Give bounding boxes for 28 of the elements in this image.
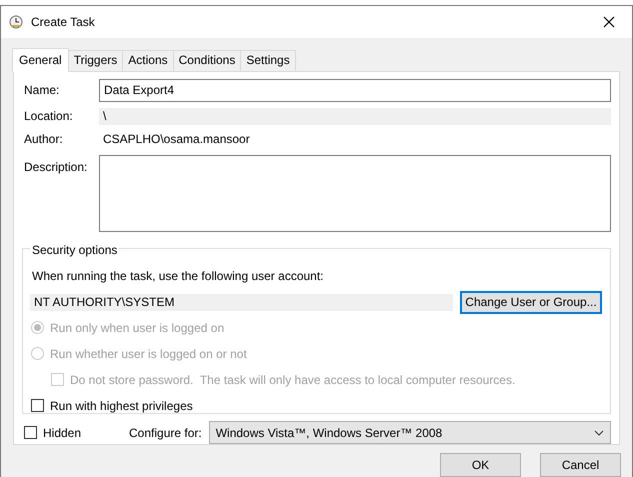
clock-icon <box>9 15 23 29</box>
location-field: \ <box>99 108 611 125</box>
account-field: NT AUTHORITY\SYSTEM <box>30 294 453 311</box>
checkbox[interactable] <box>31 399 44 412</box>
window-title: Create Task <box>31 14 96 31</box>
change-user-button[interactable]: Change User or Group... <box>460 290 602 314</box>
account-prompt: When running the task, use the following user account: <box>31 268 325 285</box>
tab[interactable]: General <box>12 48 69 72</box>
tab[interactable]: Settings <box>240 50 296 71</box>
field-label: Name: <box>24 82 60 100</box>
option-label: Run only when user is logged on <box>50 320 224 337</box>
description-field[interactable] <box>99 154 611 232</box>
dialog-button[interactable]: Cancel <box>540 453 621 477</box>
name-field[interactable]: Data Export4 <box>99 78 611 102</box>
option-label: Run whether user is logged on or not <box>50 346 247 363</box>
field-label: Location: <box>24 108 74 126</box>
field-label: Description: <box>24 158 88 176</box>
configure-dropdown[interactable]: Windows Vista™, Windows Server™ 2008 <box>208 421 611 444</box>
close-icon <box>603 16 615 28</box>
option-label: Run with highest privileges <box>50 398 193 415</box>
author-value: CSAPLHO\osama.mansoor <box>102 131 251 148</box>
option-label: Hidden <box>43 424 82 442</box>
field-label: Author: <box>24 131 64 148</box>
field-label: Configure for: <box>129 424 202 442</box>
dialog-button[interactable]: OK <box>440 453 521 477</box>
checkbox[interactable] <box>24 426 37 440</box>
option-label: Do not store password. The task will only have access to local computer resources. <box>70 372 516 389</box>
chevron-down-icon <box>594 430 604 436</box>
